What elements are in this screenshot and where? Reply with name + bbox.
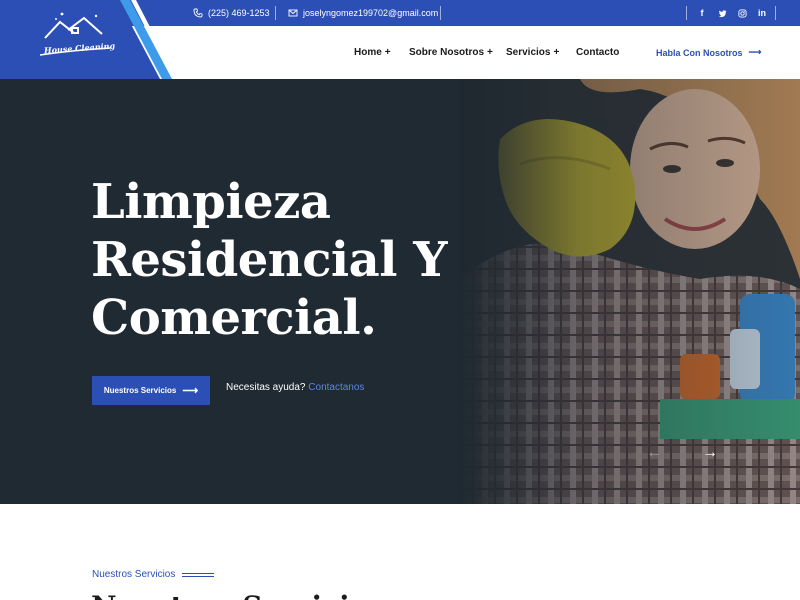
button-label: Nuestros Servicios <box>103 386 177 395</box>
plus-icon: + <box>553 47 560 58</box>
nav-item-servicios[interactable]: Servicios + <box>506 26 559 79</box>
phone-number: (225) 469-1253 <box>208 8 270 18</box>
hero-banner: Limpieza Residencial Y Comercial. Nuestr… <box>0 79 800 504</box>
help-label: Necesitas ayuda? <box>226 382 306 393</box>
facebook-icon[interactable]: f <box>692 0 712 26</box>
email-contact[interactable]: joselyngomez199702@gmail.com <box>288 0 438 26</box>
topbar-divider <box>275 6 276 20</box>
hero-title-line: Limpieza <box>91 174 331 230</box>
nav-item-home[interactable]: Home + <box>354 26 391 79</box>
nav-item-label: Sobre Nosotros <box>409 47 485 58</box>
phone-icon <box>193 8 203 18</box>
nav-item-contacto[interactable]: Contacto <box>576 26 619 79</box>
nav-item-label: Home <box>354 47 382 58</box>
twitter-icon[interactable] <box>712 0 732 26</box>
decorative-lines <box>182 573 214 579</box>
linkedin-icon[interactable]: in <box>752 0 772 26</box>
slider-prev-arrow-icon[interactable]: ← <box>646 444 662 462</box>
topbar-divider <box>775 6 776 20</box>
logo[interactable]: House Cleaning <box>0 0 175 79</box>
hero-image <box>460 79 800 504</box>
hero-title: Limpieza Residencial Y Comercial. <box>91 173 447 347</box>
nav-item-sobre-nosotros[interactable]: Sobre Nosotros + <box>409 26 493 79</box>
habla-con-nosotros-link[interactable]: Habla Con Nosotros ⟶ <box>656 26 761 79</box>
section-heading: Nuestros Servicios <box>91 590 384 600</box>
nav-item-label: Servicios <box>506 47 551 58</box>
topbar-divider <box>440 6 441 20</box>
hero-title-line: Comercial. <box>91 290 377 346</box>
instagram-icon[interactable] <box>732 0 752 26</box>
nav-item-label: Contacto <box>576 47 620 58</box>
arrow-right-icon: ⟶ <box>182 385 199 397</box>
cta-label: Habla Con Nosotros <box>656 47 743 58</box>
phone-contact[interactable]: (225) 469-1253 <box>193 0 270 26</box>
plus-icon: + <box>487 47 493 58</box>
topbar-divider <box>686 6 687 20</box>
hero-title-line: Residencial Y <box>91 232 447 288</box>
plus-icon: + <box>384 47 391 58</box>
nuestros-servicios-button[interactable]: Nuestros Servicios ⟶ <box>92 376 210 405</box>
help-text: Necesitas ayuda? Contactanos <box>226 382 364 393</box>
arrow-right-icon: ⟶ <box>748 47 762 57</box>
slider-next-arrow-icon[interactable]: → <box>702 444 718 462</box>
contactanos-link[interactable]: Contactanos <box>308 382 364 393</box>
email-address: joselyngomez199702@gmail.com <box>303 8 439 18</box>
section-subtitle: Nuestros Servicios <box>92 569 176 580</box>
mail-icon <box>288 8 298 18</box>
